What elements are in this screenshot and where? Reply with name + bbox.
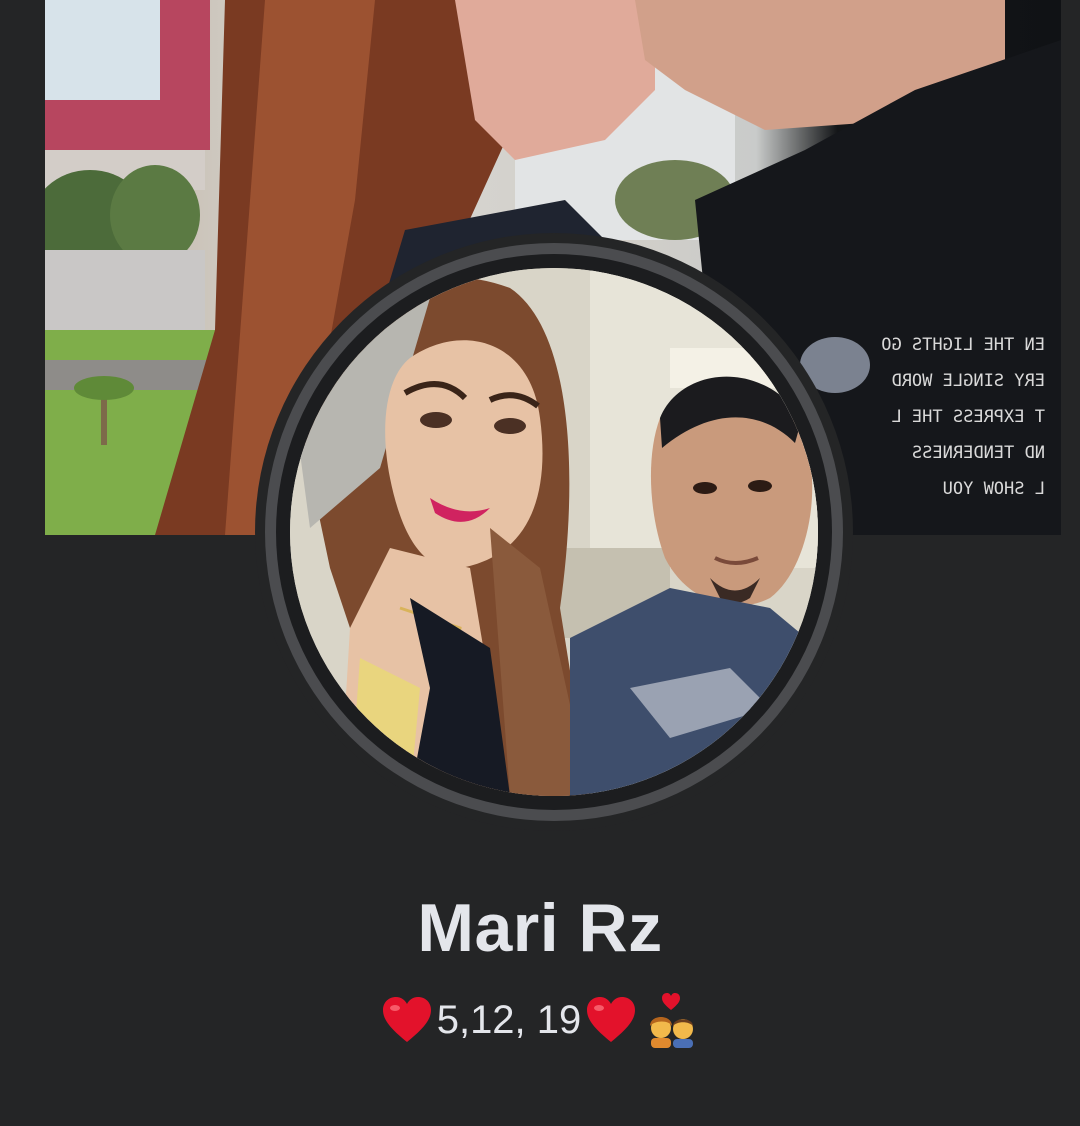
profile-picture[interactable] <box>255 233 853 831</box>
shirt-text-line: T EXPRESS THE L <box>891 407 1045 427</box>
red-heart-icon <box>382 997 431 1042</box>
profile-name: Mari Rz <box>417 890 663 966</box>
shirt-text-line: L SHOW YOU <box>943 479 1045 499</box>
red-heart-icon <box>587 997 636 1042</box>
avatar <box>290 268 818 796</box>
shirt-text-line: EN THE LIGHTS GO <box>881 335 1045 355</box>
shirt-text-line: ND TENDERNESS <box>912 443 1045 463</box>
bio-text: 5,12, 19 <box>436 998 582 1042</box>
couple-with-heart-icon <box>650 993 694 1048</box>
profile-bio: 5,12, 19 <box>0 992 1080 1048</box>
shirt-text-line: ERY SINGLE WORD <box>891 371 1045 391</box>
